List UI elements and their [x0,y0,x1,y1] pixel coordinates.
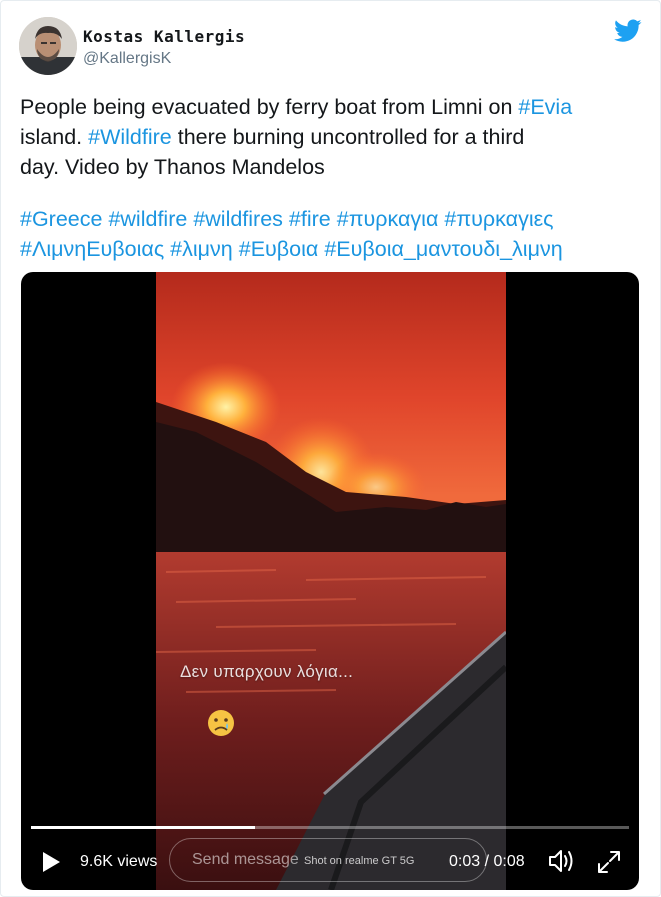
video-progress-bar[interactable] [31,826,629,829]
tweet-line-1: People being evacuated by ferry boat fro… [20,92,645,122]
tweet-text-segment: island. [20,125,89,149]
hashtags-row-1: #Greece #wildfire #wildfires #fire #πυρκ… [20,204,645,234]
view-count: 9.6K views [80,853,158,870]
volume-icon[interactable] [548,848,576,874]
hashtag-link[interactable]: #fire [289,207,331,231]
current-time: 0:03 [449,853,481,870]
hashtags-row-2: #ΛιμνηΕυβοιας #λιμνη #Ευβοια #Ευβοια_μαν… [20,234,645,264]
expand-icon[interactable] [596,849,622,875]
hashtag-link[interactable]: #ΛιμνηΕυβοιας [20,237,164,261]
tweet-text-segment: there burning uncontrolled for a third [171,125,525,149]
hashtag-link[interactable]: #Greece [20,207,102,231]
tweet-body: People being evacuated by ferry boat fro… [20,92,645,264]
hashtag-link[interactable]: #wildfires [193,207,283,231]
video-duration: 0:08 [493,853,525,870]
sad-tear-emoji-icon [208,710,234,736]
video-player[interactable]: Δεν υπαρχουν λόγια... 9.6K views Send me… [21,272,639,890]
video-frame[interactable]: Δεν υπαρχουν λόγια... [156,272,506,890]
tweet-header: Kostas Kallergis @KallergisK [19,17,644,79]
twitter-bird-icon[interactable] [614,19,642,43]
send-message-placeholder: Send message [192,851,299,868]
hashtag-link[interactable]: #Wildfire [88,125,172,149]
tweet-line-3: day. Video by Thanos Mandelos [20,155,325,179]
time-separator: / [484,853,490,870]
avatar[interactable] [19,17,77,75]
hashtag-link[interactable]: #πυρκαγιες [444,207,553,231]
hashtag-link[interactable]: #Evia [518,95,572,119]
hashtag-link[interactable]: #λιμνη [170,237,233,261]
hashtag-link[interactable]: #wildfire [108,207,187,231]
wildfire-video-still [156,272,506,890]
tweet-card[interactable]: Kostas Kallergis @KallergisK People bein… [0,0,661,897]
avatar-photo [19,17,77,75]
hashtag-link[interactable]: #Ευβοια_μαντουδι_λιμνη [324,237,562,261]
tweet-line-2: island. #Wildfire there burning uncontro… [20,122,645,152]
camera-watermark: Shot on realme GT 5G [304,855,415,867]
play-icon[interactable] [41,851,61,873]
video-controls: 9.6K views Send message Shot on realme G… [21,838,639,884]
author-display-name[interactable]: Kostas Kallergis [83,27,245,46]
video-caption-overlay: Δεν υπαρχουν λόγια... [180,662,354,681]
send-message-pill[interactable]: Send message Shot on realme GT 5G [169,838,487,882]
hashtag-link[interactable]: #Ευβοια [239,237,319,261]
tweet-text-segment: People being evacuated by ferry boat fro… [20,95,519,119]
author-block[interactable]: Kostas Kallergis @KallergisK [83,27,245,68]
video-progress-fill [31,826,256,829]
video-time-display: 0:03 / 0:08 [449,853,525,871]
author-handle[interactable]: @KallergisK [83,50,245,68]
hashtag-link[interactable]: #πυρκαγια [337,207,439,231]
